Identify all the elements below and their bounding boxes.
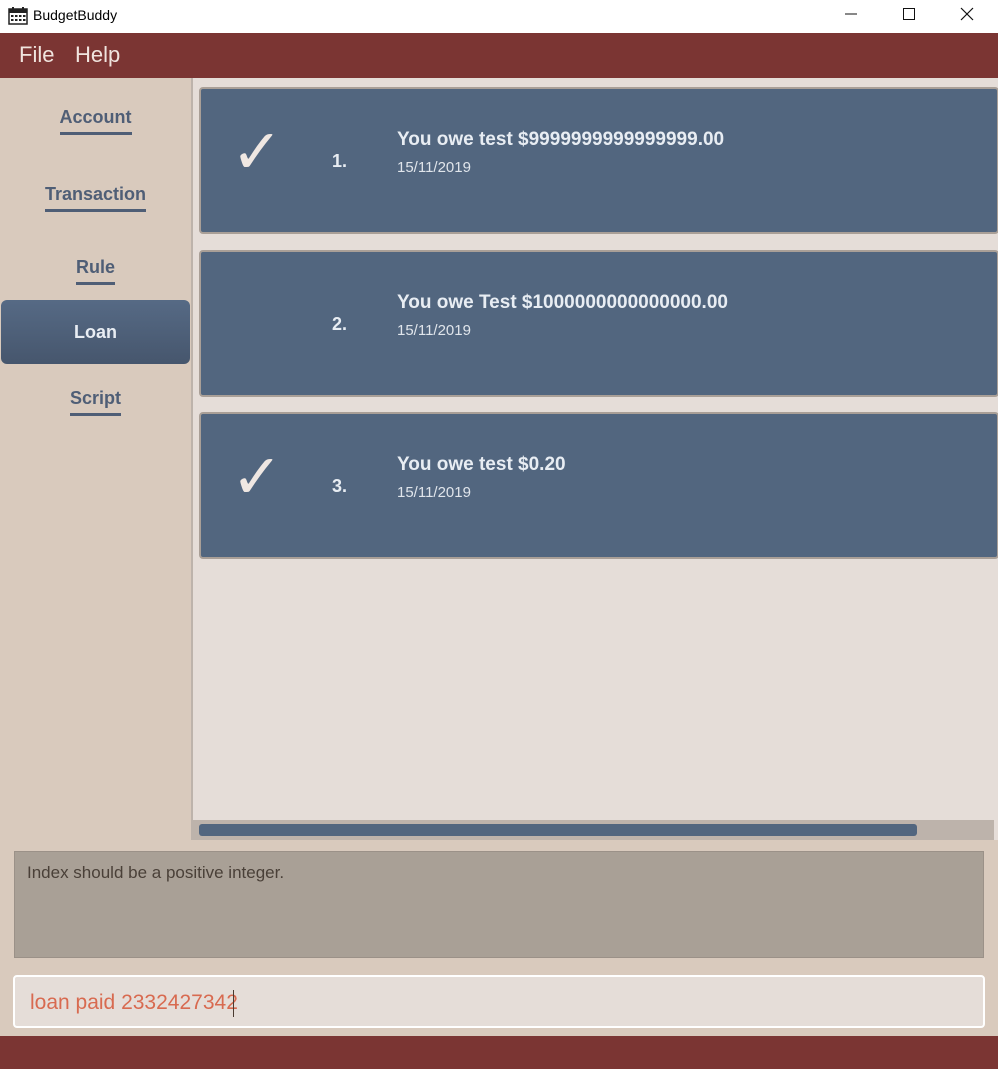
- loan-card[interactable]: 2. You owe Test $1000000000000000.00 15/…: [199, 250, 998, 397]
- check-icon: ✓: [231, 115, 283, 188]
- sidebar-item-label: Account: [59, 107, 132, 135]
- close-icon[interactable]: [938, 0, 996, 30]
- loan-description: You owe Test $1000000000000000.00: [397, 292, 728, 313]
- menu-help[interactable]: Help: [75, 42, 120, 68]
- sidebar-item-loan[interactable]: Loan: [1, 300, 190, 364]
- minimize-icon[interactable]: [822, 0, 880, 30]
- sidebar: Account Transaction Rule Loan Script: [0, 78, 191, 840]
- sidebar-item-label: Rule: [75, 257, 115, 285]
- title-bar: BudgetBuddy: [0, 0, 998, 33]
- loan-card[interactable]: ✓ 3. You owe test $0.20 15/11/2019: [199, 412, 998, 559]
- horizontal-scrollbar[interactable]: [193, 820, 994, 840]
- menu-bar: File Help: [0, 33, 998, 78]
- maximize-icon[interactable]: [880, 0, 938, 30]
- sidebar-item-label: Transaction: [44, 184, 147, 212]
- loan-date: 15/11/2019: [397, 484, 471, 501]
- sidebar-item-rule[interactable]: Rule: [0, 257, 191, 285]
- sidebar-item-label: Script: [69, 388, 121, 416]
- loan-description: You owe test $9999999999999999.00: [397, 129, 725, 150]
- loan-date: 15/11/2019: [397, 322, 471, 339]
- command-box[interactable]: [13, 975, 985, 1028]
- text-caret: [233, 990, 234, 1017]
- result-message: Index should be a positive integer.: [27, 863, 285, 882]
- loan-index: 1.: [332, 151, 348, 171]
- loan-index: 3.: [332, 476, 348, 496]
- sidebar-item-label: Loan: [74, 322, 117, 342]
- status-bar: [0, 1036, 998, 1069]
- sidebar-item-transaction[interactable]: Transaction: [0, 184, 191, 212]
- sidebar-item-account[interactable]: Account: [0, 107, 191, 135]
- loan-index: 2.: [332, 314, 348, 334]
- menu-file[interactable]: File: [19, 42, 54, 68]
- calendar-icon: [8, 7, 28, 25]
- result-display: Index should be a positive integer.: [14, 851, 984, 958]
- loan-description: You owe test $0.20: [397, 454, 566, 475]
- window-title: BudgetBuddy: [33, 7, 118, 23]
- sidebar-item-script[interactable]: Script: [0, 388, 191, 416]
- loan-card[interactable]: ✓ 1. You owe test $9999999999999999.00 1…: [199, 87, 998, 234]
- check-icon: ✓: [231, 440, 283, 513]
- loan-date: 15/11/2019: [397, 159, 471, 176]
- scrollbar-thumb[interactable]: [199, 824, 917, 836]
- command-input[interactable]: [30, 989, 960, 1017]
